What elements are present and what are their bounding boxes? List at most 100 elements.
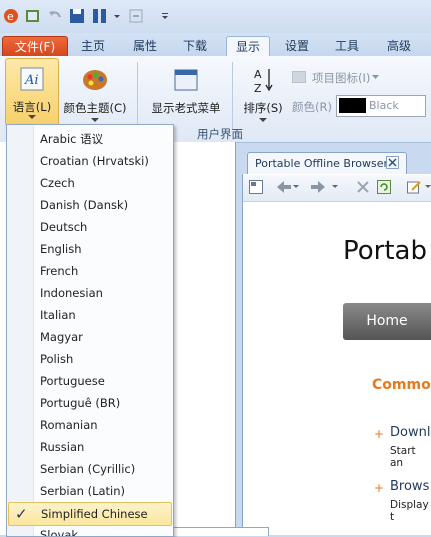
sort-button[interactable]: A Z 排序(S) (240, 60, 286, 124)
layout-icon[interactable] (249, 180, 263, 194)
palette-icon (83, 70, 107, 90)
menu-item-label: Arabic 语议 (40, 132, 104, 146)
document-tab[interactable]: Portable Offline Browser (247, 152, 407, 175)
home-nav-button[interactable]: Home (343, 303, 431, 340)
menu-item-language[interactable]: Italian (8, 304, 172, 326)
save-icon[interactable] (69, 8, 85, 24)
color-select[interactable]: Black (336, 95, 426, 117)
document-tab-title: Portable Offline Browser (255, 157, 389, 170)
menu-item-label: Danish (Dansk) (40, 198, 129, 212)
menu-item-label: Czech (40, 176, 75, 190)
sort-az-icon: A Z (254, 68, 273, 94)
browser-toolbar (243, 175, 431, 202)
common-heading: Commo (372, 377, 431, 393)
download-link[interactable]: Downl (390, 425, 430, 440)
chevron-down-icon[interactable] (293, 185, 299, 189)
menu-item-label: Portuguese (40, 374, 105, 388)
tab-download[interactable]: 下载 (174, 36, 216, 56)
chevron-down-icon[interactable] (425, 185, 431, 189)
svg-text:Z: Z (254, 82, 262, 94)
svg-text:A: A (254, 68, 262, 81)
bullet-icon: + (374, 481, 385, 495)
item-icon-label: 项目图标(I) (312, 71, 371, 85)
dropdown-icon[interactable] (112, 8, 122, 24)
chevron-down-icon[interactable] (332, 185, 338, 189)
undo-icon[interactable] (47, 8, 63, 24)
menu-item-label: Portuguê (BR) (40, 396, 121, 410)
menu-item-label: English (40, 242, 82, 256)
menu-item-language[interactable]: Arabic 语议 (8, 128, 172, 150)
menu-item-label: French (40, 264, 79, 278)
tab-settings[interactable]: 设置 (276, 36, 318, 56)
menu-item-language[interactable]: Croatian (Hrvatski) (8, 150, 172, 172)
menu-item-label: Slovak (40, 528, 79, 537)
tab-advanced[interactable]: 高级 (378, 36, 420, 56)
sort-label: 排序(S) (243, 101, 283, 115)
menu-item-language[interactable]: Russian (8, 436, 172, 458)
menu-item-language[interactable]: ✓ Simplified Chinese (8, 502, 172, 526)
language-button[interactable]: Ai 语言(L) (5, 58, 59, 126)
menu-item-label: Deutsch (40, 220, 88, 234)
language-icon: Ai (20, 67, 44, 91)
minimize-icon[interactable] (128, 8, 144, 24)
menu-item-language[interactable]: Romanian (8, 414, 172, 436)
tab-home[interactable]: 主页 (72, 36, 114, 56)
browse-link[interactable]: Brows (390, 479, 429, 494)
menu-item-label: Romanian (40, 418, 98, 432)
tab-tools[interactable]: 工具 (326, 36, 368, 56)
tab-file[interactable]: 文件(F) (2, 36, 68, 58)
refresh-page-icon[interactable] (377, 180, 391, 194)
menu-item-label: Croatian (Hrvatski) (40, 154, 149, 168)
refresh-icon[interactable] (25, 8, 41, 24)
menu-item-language[interactable]: Czech (8, 172, 172, 194)
chevron-down-icon (28, 115, 36, 119)
chevron-down-icon (372, 75, 379, 79)
menu-item-label: Italian (40, 308, 76, 322)
ribbon-separator (232, 62, 233, 130)
menu-item-language[interactable]: Portuguese (8, 370, 172, 392)
menu-item-label: Russian (40, 440, 85, 454)
columns-icon[interactable] (92, 8, 108, 24)
tab-properties[interactable]: 属性 (124, 36, 166, 56)
menu-item-language[interactable]: Magyar (8, 326, 172, 348)
color-swatch (339, 98, 366, 113)
old-menu-label: 显示老式菜单 (151, 101, 221, 115)
color-theme-button[interactable]: 颜色主题(C) (62, 60, 128, 124)
app-logo-icon[interactable]: e (3, 8, 19, 24)
menu-item-language[interactable]: French (8, 260, 172, 282)
back-icon[interactable] (277, 181, 291, 193)
menu-item-label: Polish (40, 352, 74, 366)
svg-text:Ai: Ai (24, 73, 39, 88)
forward-icon[interactable] (311, 181, 325, 193)
tab-display[interactable]: 显示 (226, 36, 270, 57)
chevron-down-icon (91, 118, 99, 122)
checkmark-icon: ✓ (15, 505, 28, 523)
language-menu: Arabic 语议 Croatian (Hrvatski) Czech Danish … (6, 124, 174, 537)
window-icon (174, 69, 198, 91)
svg-text:e: e (7, 10, 14, 23)
ribbon-tabs: 文件(F) 主页 属性 下载 显示 设置 工具 高级 (0, 33, 431, 58)
menu-item-language[interactable]: Serbian (Cyrillic) (8, 458, 172, 480)
menu-item-language[interactable]: Slovak (8, 524, 172, 537)
close-icon[interactable] (386, 156, 399, 169)
menu-item-language[interactable]: Danish (Dansk) (8, 194, 172, 216)
menu-item-language[interactable]: Portuguê (BR) (8, 392, 172, 414)
stop-icon[interactable] (357, 181, 369, 193)
image-icon (292, 71, 306, 83)
customize-icon[interactable] (160, 8, 170, 24)
menu-item-label: Simplified Chinese (41, 507, 148, 521)
menu-item-label: Indonesian (40, 286, 103, 300)
page-heading: Portab (343, 236, 427, 266)
menu-item-language[interactable]: English (8, 238, 172, 260)
menu-item-label: Serbian (Cyrillic) (40, 462, 136, 476)
title-bar: e (0, 0, 431, 33)
menu-item-language[interactable]: Polish (8, 348, 172, 370)
menu-item-language[interactable]: Indonesian (8, 282, 172, 304)
color-theme-label: 颜色主题(C) (63, 101, 127, 115)
menu-item-language[interactable]: Serbian (Latin) (8, 480, 172, 502)
old-menu-button[interactable]: 显示老式菜单 (146, 60, 226, 124)
menu-item-language[interactable]: Deutsch (8, 216, 172, 238)
item-icon-button[interactable]: 项目图标(I) (292, 70, 412, 86)
edit-icon[interactable] (407, 180, 421, 194)
bullet-icon: + (374, 427, 385, 441)
